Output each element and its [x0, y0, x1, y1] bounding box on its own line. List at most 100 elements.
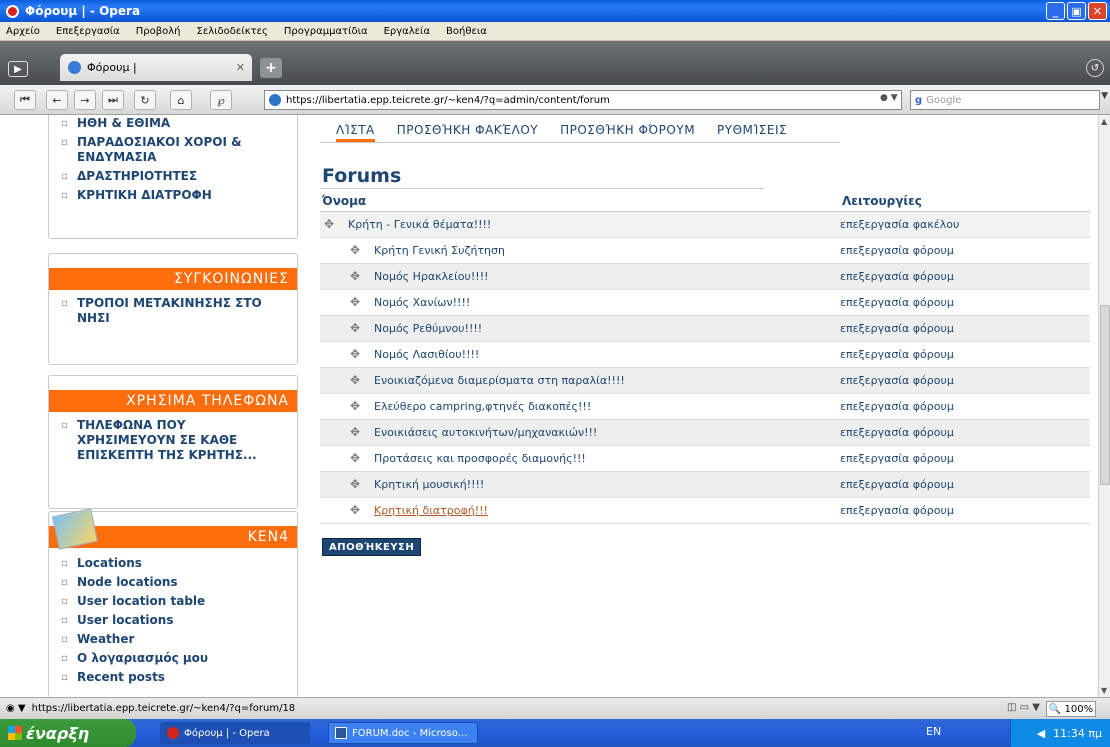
sidebar-item-customs[interactable]: ΗΘΗ & ΕΘΙΜΑ — [61, 116, 287, 131]
drag-handle-icon[interactable]: ✥ — [350, 477, 362, 491]
save-button[interactable]: ΑΠΟΘΉΚΕΥΣΗ — [322, 538, 422, 556]
panel-toggle-icon[interactable]: ▶ — [8, 61, 28, 77]
forum-name-cell: ✥ Προτάσεις και προσφορές διαμονής!!! — [320, 445, 840, 472]
menu-tools[interactable]: Εργαλεία — [384, 26, 430, 37]
edit-forum-link[interactable]: επεξεργασία φόρουμ — [840, 244, 954, 257]
menu-widgets[interactable]: Προγραμματίδια — [284, 26, 368, 37]
forum-name[interactable]: Ενοικιάσεις αυτοκινήτων/μηχανακιών!!! — [374, 426, 597, 439]
status-icon: ◉ ▼ — [6, 703, 26, 714]
drag-handle-icon[interactable]: ✥ — [350, 295, 362, 309]
address-dropdown-icon[interactable]: ● ▼ — [880, 93, 898, 103]
forum-name[interactable]: Ενοικιαζόμενα διαμερίσματα στη παραλία!!… — [374, 374, 625, 387]
drag-handle-icon[interactable]: ✥ — [350, 503, 362, 517]
fast-forward-button[interactable]: ⏭ — [102, 90, 124, 110]
admin-tabs: ΛΊΣΤΑ ΠΡΟΣΘΉΚΗ ΦΑΚΈΛΟΥ ΠΡΟΣΘΉΚΗ ΦΌΡΟΥΜ Ρ… — [320, 123, 840, 143]
forward-button[interactable]: → — [74, 90, 96, 110]
vertical-scrollbar[interactable]: ▲ ▼ — [1098, 115, 1110, 697]
forum-name[interactable]: Ελεύθερο campring,φτηνές διακοπές!!! — [374, 400, 591, 413]
forum-name[interactable]: Κρητική διατροφή!!! — [374, 504, 488, 517]
tray-icons[interactable]: ◀ — [1037, 727, 1045, 740]
search-dropdown-icon[interactable]: ▼ — [1101, 91, 1108, 101]
edit-forum-link[interactable]: επεξεργασία φόρουμ — [840, 452, 954, 465]
minimize-button[interactable]: _ — [1046, 2, 1065, 20]
scroll-down-icon[interactable]: ▼ — [1101, 686, 1107, 695]
start-button[interactable]: έναρξη — [0, 719, 136, 747]
page-title: Forums — [322, 165, 402, 187]
scrollbar-thumb[interactable] — [1100, 305, 1110, 485]
drag-handle-icon[interactable]: ✥ — [324, 217, 336, 231]
tab-close-icon[interactable]: ✕ — [236, 61, 245, 74]
google-icon: g — [915, 94, 923, 106]
col-ops-header: Λειτουργίες — [840, 191, 1090, 212]
sidebar-item-user-location-table[interactable]: User location table — [61, 594, 287, 609]
sidebar-item-node-locations[interactable]: Node locations — [61, 575, 287, 590]
back-button[interactable]: ← — [46, 90, 68, 110]
drag-handle-icon[interactable]: ✥ — [350, 373, 362, 387]
tab-list[interactable]: ΛΊΣΤΑ — [336, 123, 375, 142]
forum-name-cell: ✥ Κρήτη - Γενικά θέματα!!!! — [320, 211, 840, 238]
forum-name[interactable]: Νομός Ηρακλείου!!!! — [374, 270, 489, 283]
task-word[interactable]: FORUM.doc - Microso... — [328, 722, 478, 744]
sidebar-item-weather[interactable]: Weather — [61, 632, 287, 647]
forum-name[interactable]: Νομός Χανίων!!!! — [374, 296, 470, 309]
drag-handle-icon[interactable]: ✥ — [350, 347, 362, 361]
menu-bookmarks[interactable]: Σελιδοδείκτες — [197, 26, 268, 37]
taskbar: έναρξη Φόρουμ | - Opera FORUM.doc - Micr… — [0, 719, 1110, 747]
language-indicator[interactable]: EN — [926, 725, 941, 738]
drag-handle-icon[interactable]: ✥ — [350, 451, 362, 465]
drag-handle-icon[interactable]: ✥ — [350, 399, 362, 413]
sidebar-item-locations[interactable]: Locations — [61, 556, 287, 571]
sidebar-item-diet[interactable]: ΚΡΗΤΙΚΗ ΔΙΑΤΡΟΦΗ — [61, 188, 287, 203]
maximize-button[interactable]: ▣ — [1067, 2, 1086, 20]
view-icons[interactable]: ◫ ▭ ▼ — [1007, 702, 1040, 713]
forum-name[interactable]: Κρητική μουσική!!!! — [374, 478, 484, 491]
edit-forum-link[interactable]: επεξεργασία φόρουμ — [840, 322, 954, 335]
table-row: ✥ Κρήτη Γενική Συζήτηση επεξεργασία φόρουμ — [320, 237, 1090, 264]
forum-name[interactable]: Κρήτη - Γενικά θέματα!!!! — [348, 218, 491, 231]
edit-forum-link[interactable]: επεξεργασία φόρουμ — [840, 426, 954, 439]
sidebar-item-dances[interactable]: ΠΑΡΑΔΟΣΙΑΚΟΙ ΧΟΡΟΙ & ΕΝΔΥΜΑΣΙΑ — [61, 135, 287, 165]
menu-view[interactable]: Προβολή — [136, 26, 181, 37]
sidebar-item-my-account[interactable]: Ο λογαριασμός μου — [61, 651, 287, 666]
tab-add-forum[interactable]: ΠΡΟΣΘΉΚΗ ΦΌΡΟΥΜ — [560, 123, 695, 142]
edit-forum-link[interactable]: επεξεργασία φόρουμ — [840, 504, 954, 517]
tab-settings[interactable]: ΡΥΘΜΊΣΕΙΣ — [717, 123, 787, 142]
home-button[interactable]: ⌂ — [170, 90, 192, 110]
forum-name[interactable]: Νομός Λασιθίου!!!! — [374, 348, 479, 361]
edit-forum-link[interactable]: επεξεργασία φόρουμ — [840, 348, 954, 361]
search-input[interactable]: g Google — [910, 90, 1100, 110]
drag-handle-icon[interactable]: ✥ — [350, 269, 362, 283]
drag-handle-icon[interactable]: ✥ — [350, 425, 362, 439]
new-tab-button[interactable]: + — [260, 58, 282, 78]
menu-edit[interactable]: Επεξεργασία — [56, 26, 120, 37]
task-opera[interactable]: Φόρουμ | - Opera — [160, 722, 310, 744]
drag-handle-icon[interactable]: ✥ — [350, 243, 362, 257]
edit-forum-link[interactable]: επεξεργασία φόρουμ — [840, 270, 954, 283]
sidebar-item-recent-posts[interactable]: Recent posts — [61, 670, 287, 685]
edit-forum-link[interactable]: επεξεργασία φόρουμ — [840, 478, 954, 491]
trash-icon[interactable]: ↺ — [1086, 59, 1104, 77]
edit-forum-link[interactable]: επεξεργασία φόρουμ — [840, 296, 954, 309]
forum-name[interactable]: Προτάσεις και προσφορές διαμονής!!! — [374, 452, 586, 465]
zoom-control[interactable]: 🔍 100% — [1046, 701, 1096, 717]
edit-forum-link[interactable]: επεξεργασία φακέλου — [840, 218, 959, 231]
wand-icon[interactable]: ℘ — [210, 90, 232, 110]
browser-tab[interactable]: Φόρουμ | ✕ — [60, 54, 252, 81]
edit-forum-link[interactable]: επεξεργασία φόρουμ — [840, 374, 954, 387]
rewind-button[interactable]: ⏮ — [14, 90, 36, 110]
sidebar-item-transport[interactable]: ΤΡΟΠΟΙ ΜΕΤΑΚΙΝΗΣΗΣ ΣΤΟ ΝΗΣΙ — [61, 296, 287, 326]
sidebar-item-activities[interactable]: ΔΡΑΣΤΗΡΙΟΤΗΤΕΣ — [61, 169, 287, 184]
address-input[interactable]: https://libertatia.epp.teicrete.gr/~ken4… — [264, 90, 902, 110]
sidebar-item-phones[interactable]: ΤΗΛΕΦΩΝΑ ΠΟΥ ΧΡΗΣΙΜΕΥΟΥΝ ΣΕ ΚΑΘΕ ΕΠΙΣΚΕΠ… — [61, 418, 287, 463]
sidebar-item-user-locations[interactable]: User locations — [61, 613, 287, 628]
scroll-up-icon[interactable]: ▲ — [1101, 117, 1107, 126]
edit-forum-link[interactable]: επεξεργασία φόρουμ — [840, 400, 954, 413]
tab-add-container[interactable]: ΠΡΟΣΘΉΚΗ ΦΑΚΈΛΟΥ — [397, 123, 538, 142]
menu-file[interactable]: Αρχείο — [6, 26, 40, 37]
close-button[interactable]: ✕ — [1088, 2, 1107, 20]
drag-handle-icon[interactable]: ✥ — [350, 321, 362, 335]
menu-help[interactable]: Βοήθεια — [446, 26, 487, 37]
forum-name[interactable]: Κρήτη Γενική Συζήτηση — [374, 244, 505, 257]
reload-button[interactable]: ↻ — [134, 90, 156, 110]
forum-name[interactable]: Νομός Ρεθύμνου!!!! — [374, 322, 482, 335]
